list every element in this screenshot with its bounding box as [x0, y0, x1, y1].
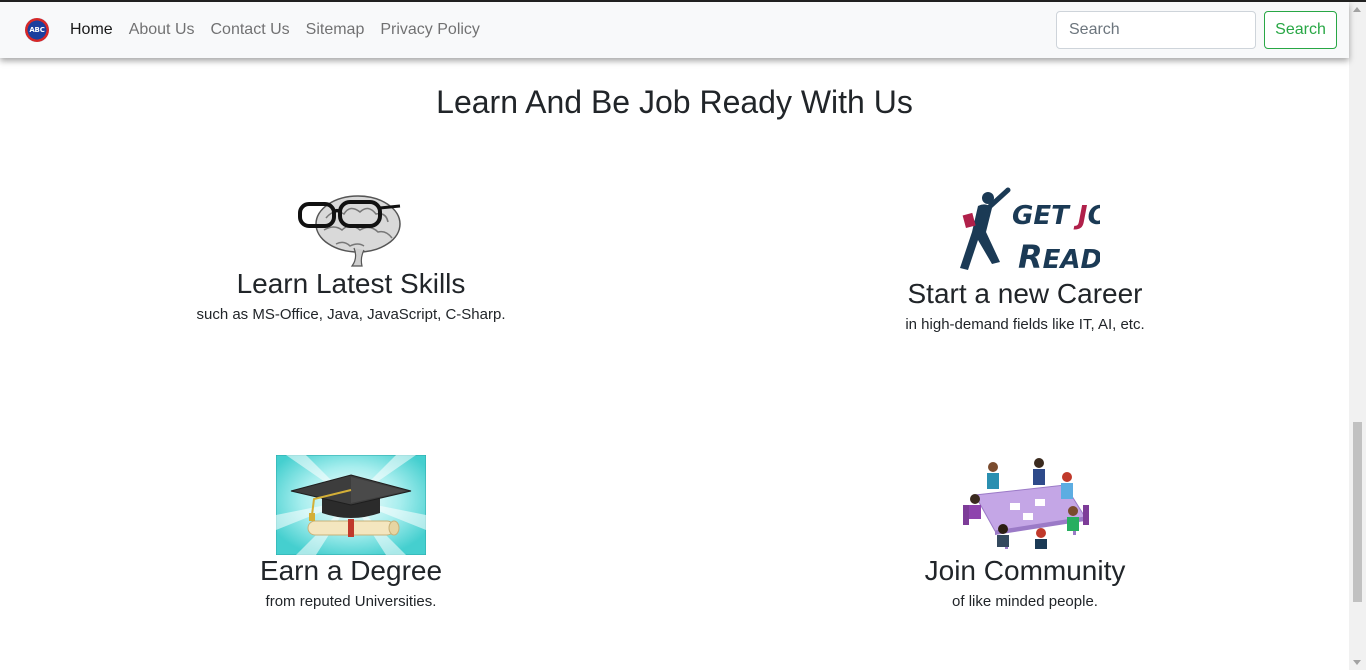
get-job-ready-logo: GET JOB READY: [960, 187, 1100, 276]
feature-earn-degree: Earn a Degree from reputed Universities.: [141, 455, 561, 610]
site-logo[interactable]: ABC: [25, 18, 49, 42]
feature-text: in high-demand fields like IT, AI, etc.: [905, 316, 1145, 333]
feature-heading: Learn Latest Skills: [236, 268, 466, 299]
logo-text: ABC: [29, 26, 45, 34]
feature-heading: Start a new Career: [907, 278, 1143, 309]
search-input[interactable]: [1056, 11, 1256, 49]
feature-join-community: Join Community of like minded people.: [815, 455, 1235, 610]
feature-learn-skills: Learn Latest Skills such as MS-Office, J…: [141, 188, 561, 323]
feature-text: from reputed Universities.: [265, 593, 437, 610]
nav-link-privacy-policy[interactable]: Privacy Policy: [380, 21, 480, 39]
vertical-scrollbar[interactable]: [1349, 2, 1366, 670]
feature-new-career: GET JOB READY Start a new Career in high…: [815, 184, 1235, 333]
graduation-cap-icon: [276, 455, 426, 555]
svg-text:READY: READY: [1018, 238, 1100, 276]
feature-heading: Earn a Degree: [259, 555, 443, 586]
feature-text: of like minded people.: [952, 593, 1098, 610]
feature-heading: Join Community: [924, 555, 1126, 586]
navbar: ABC Home About Us Contact Us Sitemap Pri…: [0, 2, 1349, 58]
search-button[interactable]: Search: [1264, 11, 1337, 49]
nav-link-about-us[interactable]: About Us: [129, 21, 195, 39]
page-title: Learn And Be Job Ready With Us: [436, 84, 913, 120]
nav-link-home[interactable]: Home: [70, 21, 113, 39]
nav-link-contact-us[interactable]: Contact Us: [211, 21, 290, 39]
feature-text: such as MS-Office, Java, JavaScript, C-S…: [196, 306, 506, 323]
nav-links: Home About Us Contact Us Sitemap Privacy…: [70, 2, 480, 58]
nav-link-sitemap[interactable]: Sitemap: [306, 21, 365, 39]
scrollbar-thumb[interactable]: [1353, 422, 1362, 602]
scroll-up-arrow-icon[interactable]: [1353, 7, 1361, 12]
brain-with-glasses-icon: [298, 195, 401, 267]
community-meeting-icon: [963, 458, 1089, 549]
scroll-down-arrow-icon[interactable]: [1353, 660, 1361, 665]
svg-text:GET JOB: GET JOB: [1012, 201, 1100, 231]
